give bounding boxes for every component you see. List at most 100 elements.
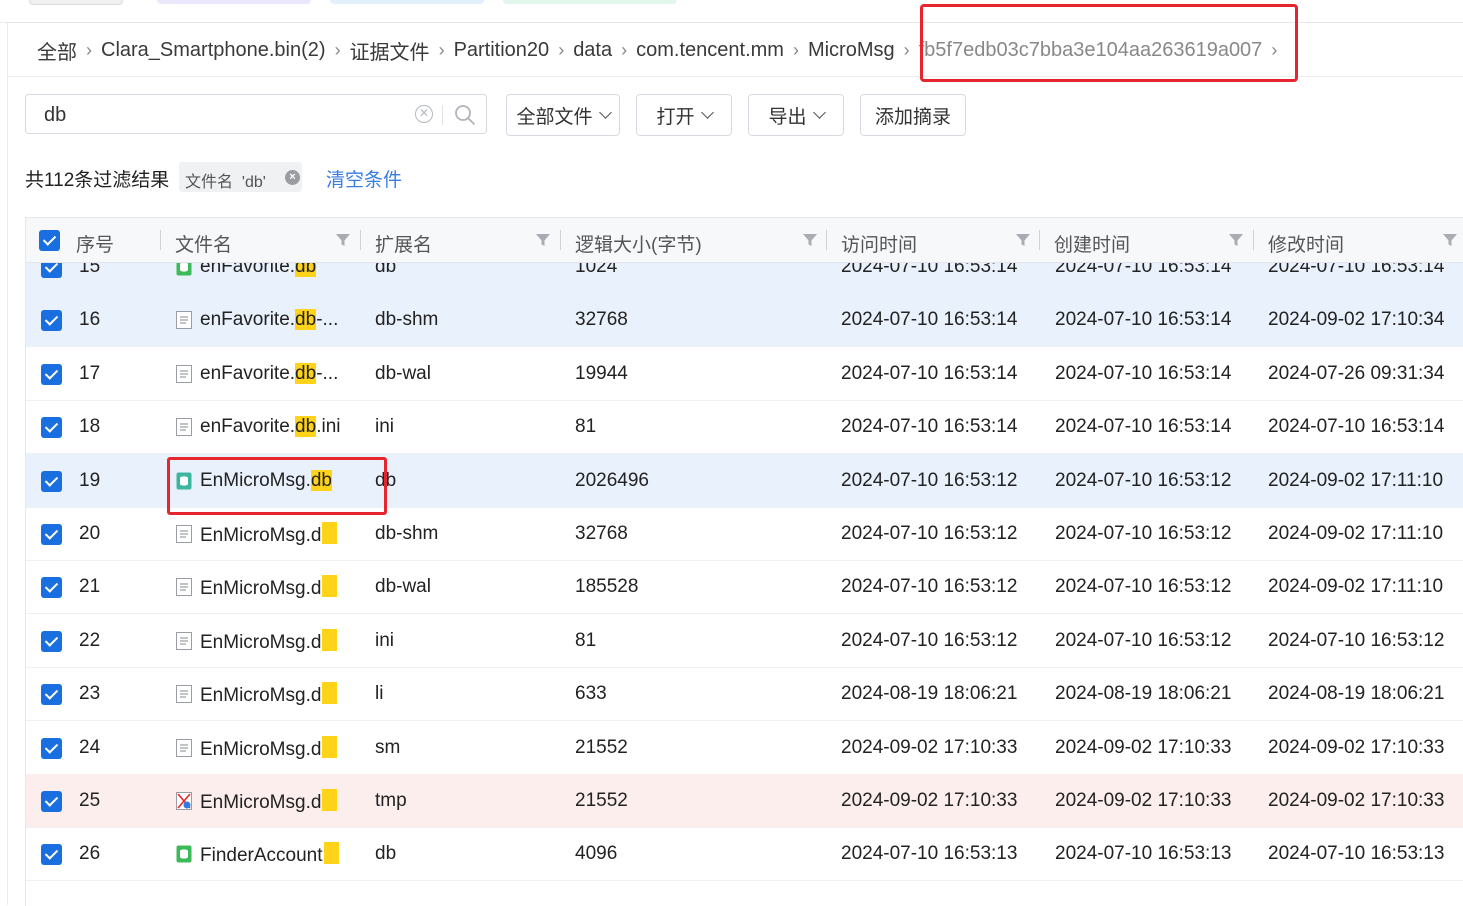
file-name[interactable]: EnMicroMsg.d... [200,575,338,601]
table-row[interactable]: 17 enFavorite.db-... db-wal 19944 2024-07-10… [26,347,1463,401]
tab-stub-3[interactable] [330,0,484,4]
breadcrumb-item[interactable]: com.tencent.mm › [636,39,808,62]
funnel-icon[interactable] [802,232,818,248]
file-name[interactable]: EnMicroMsg.d... [200,628,338,655]
row-checkbox[interactable] [41,417,62,439]
row-checkbox[interactable] [41,684,62,706]
file-name-rest: -... [316,309,339,331]
chevron-down-icon [598,106,612,119]
row-checkbox[interactable] [41,363,62,385]
all-files-label: 全部文件 [516,106,593,128]
file-name[interactable]: EnMicroMsg.d... [200,522,338,548]
breadcrumb-item[interactable]: Partition20 › [454,39,574,62]
search-icon[interactable] [454,104,476,126]
all-files-dropdown[interactable]: 全部文件 [506,94,620,136]
open-dropdown[interactable]: 打开 [636,94,732,136]
clear-conditions-link[interactable]: 清空条件 [326,165,402,192]
row-modified: 2024-07-10 16:53:14 [1268,416,1445,438]
file-name-match: db [295,309,317,331]
row-size: 185528 [575,576,639,598]
breadcrumb-item[interactable]: MicroMsg › [808,39,919,62]
table-row[interactable]: 24 EnMicroMsg.d... sm 21552 2024-09-02 17:10… [26,721,1463,775]
row-checkbox[interactable] [41,470,62,492]
breadcrumb-item[interactable]: 证据文件 › [350,36,454,65]
funnel-icon[interactable] [1015,232,1031,248]
tab-stub-1[interactable] [29,0,123,5]
row-modified: 2024-07-26 09:31:34 [1268,362,1445,384]
export-label: 导出 [768,106,807,128]
table-row[interactable]: 25 EnMicroMsg.d... tmp 21552 2024-09-02 17:1… [26,774,1463,828]
tab-stub-4[interactable] [503,0,677,4]
funnel-icon[interactable] [1442,232,1458,248]
header-created[interactable]: 创建时间 [1054,230,1130,257]
header-index[interactable]: 序号 [76,230,114,257]
header-accessed[interactable]: 访问时间 [841,230,917,257]
file-name-text: EnMicroMsg.d [200,631,322,653]
breadcrumb-item-label: data [573,38,613,61]
column-resizer[interactable] [560,230,561,250]
select-all-checkbox[interactable] [39,230,60,251]
search-box[interactable]: ✕ [25,94,487,134]
clear-icon[interactable]: ✕ [415,105,433,123]
file-name[interactable]: EnMicroMsg.d... [200,735,338,762]
row-index: 18 [79,416,101,438]
add-summary-button[interactable]: 添加摘录 [860,94,966,136]
row-checkbox[interactable] [41,630,62,652]
annotation-box-row [167,457,387,515]
row-checkbox[interactable] [41,791,62,812]
row-checkbox[interactable] [41,577,62,599]
file-name[interactable]: EnMicroMsg.d... [200,682,338,708]
file-name-text: enFavorite. [200,309,296,331]
table-row[interactable]: 22 EnMicroMsg.d... ini 81 2024-07-10 16:53:1… [26,614,1463,668]
file-name[interactable]: enFavorite.db.ini [200,415,340,439]
column-resizer[interactable] [160,230,161,250]
row-modified: 2024-09-02 17:10:34 [1268,309,1445,331]
ellipsis-highlight [322,628,338,651]
breadcrumb-item-label: Clara_Smartphone.bin(2) [101,38,326,61]
row-accessed: 2024-07-10 16:53:12 [841,629,1018,651]
file-name[interactable]: enFavorite.db-... [200,308,338,332]
column-resizer[interactable] [360,230,361,250]
row-index: 20 [79,523,101,544]
row-checkbox[interactable] [41,737,62,759]
table-row[interactable]: 23 EnMicroMsg.d... li 633 2024-08-19 18:06:2… [26,667,1463,722]
breadcrumb-item-label: Partition20 [453,38,550,61]
file-name[interactable]: EnMicroMsg.d... [200,789,338,815]
text-file-icon [176,364,192,383]
row-index: 21 [79,576,101,598]
broken-file-icon [176,792,192,810]
breadcrumb-item[interactable]: data › [573,39,636,62]
row-index: 24 [79,736,101,758]
column-resizer[interactable] [1039,230,1040,250]
header-filename[interactable]: 文件名 [175,230,232,257]
breadcrumb-item[interactable]: Clara_Smartphone.bin(2) › [101,39,350,62]
tab-stub-2[interactable] [157,0,311,4]
file-name[interactable]: FinderAccount... [200,842,339,868]
funnel-icon[interactable] [1228,232,1244,248]
header-ext[interactable]: 扩展名 [375,230,432,257]
add-summary-label: 添加摘录 [874,106,951,128]
column-resizer[interactable] [1253,230,1254,250]
export-dropdown[interactable]: 导出 [748,94,844,136]
header-size[interactable]: 逻辑大小(字节) [575,230,702,257]
column-resizer[interactable] [826,230,827,250]
database-icon [176,845,192,863]
table-row[interactable]: 16 enFavorite.db-... db-shm 32768 2024-07-10… [26,293,1463,348]
funnel-icon[interactable] [535,232,551,248]
table-row[interactable]: 26 FinderAccount... db 4096 2024-07-10 16:53… [26,827,1463,882]
text-file-icon [176,578,192,597]
search-input[interactable] [42,103,406,127]
file-name[interactable]: enFavorite.db-... [200,362,338,386]
breadcrumb-item[interactable]: 全部 › [37,36,101,65]
table-row[interactable]: 21 EnMicroMsg.d... db-wal 185528 2024-07-10 … [26,560,1463,615]
table-row[interactable]: 20 EnMicroMsg.d... db-shm 32768 2024-07-10 1… [26,507,1463,561]
row-checkbox[interactable] [41,524,62,545]
row-checkbox[interactable] [41,310,62,332]
header-modified[interactable]: 修改时间 [1268,230,1344,257]
close-icon[interactable]: × [285,170,300,185]
table-row[interactable]: 18 enFavorite.db.ini ini 81 2024-07-10 16:53… [26,400,1463,455]
ellipsis-highlight [322,789,338,811]
row-checkbox[interactable] [41,844,62,866]
funnel-icon[interactable] [335,232,351,248]
table-header: 序号 文件名 扩展名 逻辑大小(字节) 访问时间 创建时间 修改时间 [26,218,1463,263]
